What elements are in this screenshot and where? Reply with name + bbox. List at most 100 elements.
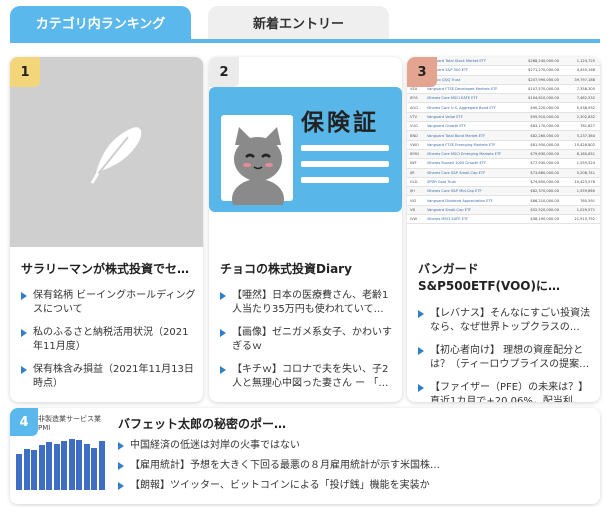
etf-table-cell: $66,210,000.00 bbox=[530, 198, 559, 203]
etf-table-cell: 21,915,792 bbox=[574, 217, 595, 222]
card-field-line bbox=[301, 161, 389, 167]
etf-table-cell: iShares Core MSCI Emerging Markets ETF bbox=[427, 152, 502, 157]
entry-link[interactable]: 【レバナス】そんなにすごい投資法なら、なぜ世界トップクラスの… bbox=[418, 307, 594, 335]
chart-bar bbox=[23, 449, 30, 490]
tab-bar: カテゴリ内ランキング 新着エントリー bbox=[10, 6, 600, 44]
etf-table-cell: 1,124,725 bbox=[576, 59, 595, 64]
etf-table-cell: 4,450,168 bbox=[576, 68, 595, 73]
ranking-card-1[interactable]: 1 サラリーマンが株式投資でセ… 保有銘柄 ビーイングホールディングスについて … bbox=[10, 57, 203, 402]
etf-table-cell: $83,170,000.00 bbox=[530, 124, 559, 129]
etf-table-cell: $52,520,000.00 bbox=[530, 207, 559, 212]
etf-table-cell: VTV bbox=[410, 114, 418, 119]
blog-title[interactable]: チョコの株式投資Diary bbox=[220, 261, 395, 278]
etf-table-cell: IWF bbox=[410, 161, 417, 166]
etf-table-cell: 760,591 bbox=[580, 198, 595, 203]
etf-table-cell: 781,827 bbox=[580, 124, 595, 129]
etf-table-cell: IVW bbox=[410, 217, 418, 222]
blog-title[interactable]: サラリーマンが株式投資でセ… bbox=[21, 261, 196, 278]
chart-bar bbox=[53, 444, 60, 490]
etf-table-cell: iShares Core MSCI EAFE ETF bbox=[427, 96, 478, 101]
rank-badge: 3 bbox=[407, 57, 437, 87]
etf-table-cell: IEMG bbox=[410, 152, 420, 157]
card-thumbnail[interactable]: 2 保険証 bbox=[209, 57, 402, 247]
etf-table-cell: VEA bbox=[410, 87, 418, 92]
chart-bar bbox=[91, 448, 97, 490]
chart-bar bbox=[61, 441, 67, 490]
etf-table-cell: Vanguard Value ETF bbox=[427, 114, 463, 119]
etf-table-cell: GLD bbox=[410, 180, 418, 184]
entry-link[interactable]: 【唖然】日本の医療費さん、老齢1人当たり35万円も使われていて… bbox=[220, 289, 396, 317]
etf-table-row: GLD SPDR Gold Trust $74,650,000.00 10,423,5… bbox=[407, 178, 600, 188]
etf-table-cell: Invesco QQQ Trust bbox=[427, 77, 461, 82]
etf-table-cell: $82,260,000.00 bbox=[530, 133, 559, 138]
etf-table-row: BND Vanguard Total Bond Market ETF $82,260… bbox=[407, 131, 600, 141]
entry-link[interactable]: 中国経済の低迷は対岸の火事ではない bbox=[118, 439, 588, 453]
etf-table-cell: Vanguard FTSE Emerging Markets ETF bbox=[427, 142, 496, 147]
etf-table-cell: 1,555,524 bbox=[576, 161, 595, 166]
entry-link[interactable]: 保有株含み損益（2021年11月13日時点） bbox=[21, 363, 197, 391]
etf-table-cell: $207,990,000.00 bbox=[528, 77, 559, 82]
etf-table-cell: $62,370,000.00 bbox=[530, 189, 559, 194]
etf-table-row: VB Vanguard Small-Cap ETF $52,520,000.00 1,… bbox=[407, 205, 600, 216]
chart-bar bbox=[98, 441, 105, 490]
etf-table-cell: Vanguard Total Stock Market ETF bbox=[427, 59, 486, 64]
chart-bar bbox=[31, 450, 37, 490]
etf-table-cell: $271,270,000.00 bbox=[528, 68, 559, 73]
entry-link[interactable]: 【朗報】ツイッター、ビットコインによる「投げ銭」機能を実装か bbox=[118, 479, 588, 493]
tab-category-ranking[interactable]: カテゴリ内ランキング bbox=[10, 6, 191, 39]
etf-table-cell: 8,180,851 bbox=[576, 152, 595, 157]
etf-table-cell: $107,570,000.00 bbox=[528, 87, 559, 92]
etf-table-row: VEA Vanguard FTSE Developed Markets ETF $1… bbox=[407, 85, 600, 95]
etf-table-row: AGG iShares Core U.S. Aggregate Bond ETF $… bbox=[407, 103, 600, 113]
etf-table-cell: $90,220,000.00 bbox=[530, 105, 559, 110]
etf-table-row: VUG Vanguard Growth ETF $83,170,000.00 781,… bbox=[407, 122, 600, 132]
etf-table-row: IVW iShares MSCI EAFE ETF $58,190,000.00 21… bbox=[407, 215, 600, 225]
etf-table-cell: IJH bbox=[410, 189, 415, 194]
etf-table-cell: 10,423,576 bbox=[574, 180, 595, 184]
entry-link[interactable]: 私のふるさと納税活用状況（2021年11月度） bbox=[21, 326, 197, 354]
etf-table-row: IJR iShares Core S&P Small-Cap ETF $73,860… bbox=[407, 168, 600, 178]
ranking-card-2[interactable]: 2 保険証 チョコの株式投資Diary 【唖然】日本の医療費さん、老齢1人当たり… bbox=[209, 57, 402, 402]
etf-table-cell: 7,358,305 bbox=[576, 87, 595, 92]
chart-bar bbox=[38, 445, 45, 490]
thumbnail-caption: 保険証 bbox=[301, 110, 379, 136]
ranking-card-3[interactable]: 3 VTIVanguard Total Stock Market ETF$268… bbox=[407, 57, 600, 402]
etf-table-cell: $58,190,000.00 bbox=[530, 217, 559, 222]
entry-link[interactable]: 【初心者向け】 理想の資産配分とは？（ティーロウプライスの提案… bbox=[418, 344, 594, 372]
entry-link[interactable]: 【雇用統計】予想を大きく下回る最悪の８月雇用統計が示す米国株… bbox=[118, 459, 588, 473]
chart-bar bbox=[68, 439, 75, 490]
tab-new-entries[interactable]: 新着エントリー bbox=[208, 6, 389, 39]
card-thumbnail[interactable]: 1 bbox=[10, 57, 203, 247]
chart-thumbnail-title: 非製造業サービス業PMI bbox=[38, 415, 101, 432]
etf-table-cell: $95,910,000.00 bbox=[530, 114, 559, 119]
entry-link[interactable]: 【キチｗ】コロナで夫を失い、子2人と無理心中図った妻さん ー 「… bbox=[220, 363, 396, 391]
card-thumbnail[interactable]: 3 VTIVanguard Total Stock Market ETF$268… bbox=[407, 57, 600, 247]
etf-table-cell: iShares Russell 1000 Growth ETF bbox=[427, 161, 487, 166]
rank-badge: 1 bbox=[10, 57, 40, 87]
feather-icon bbox=[90, 127, 142, 184]
entry-list: 【レバナス】そんなにすごい投資法なら、なぜ世界トップクラスの… 【初心者向け】 … bbox=[418, 307, 594, 402]
etf-table-row: IJH iShares Core S&P Mid-Cap ETF $62,370,0… bbox=[407, 187, 600, 197]
etf-table-cell: $77,930,000.00 bbox=[530, 161, 559, 166]
card-thumbnail[interactable]: 4 非製造業サービス業PMI bbox=[10, 408, 106, 504]
cat-icon bbox=[221, 115, 293, 205]
etf-table-cell: $268,240,000.00 bbox=[528, 59, 559, 64]
ranking-card-4[interactable]: 4 非製造業サービス業PMI バフェット太郎の秘密のポー… 中国経済の低迷は対岸… bbox=[10, 408, 600, 504]
etf-table-cell: Vanguard FTSE Developed Markets ETF bbox=[427, 87, 498, 92]
etf-table-cell: 5,208,741 bbox=[576, 170, 595, 175]
entry-link[interactable]: 【ファイザー（PFE）の未来は？】直近1カ月で+20.06%，配当利… bbox=[418, 381, 594, 402]
blog-title[interactable]: バンガードS&P500ETF(VOO)に… bbox=[418, 261, 593, 295]
etf-table-row: VIG Vanguard Dividend Appreciation ETF $66… bbox=[407, 196, 600, 206]
etf-table-cell: 1,029,571 bbox=[576, 207, 595, 212]
etf-table-cell: $74,650,000.00 bbox=[530, 180, 559, 184]
entry-link[interactable]: 保有銘柄 ビーイングホールディングスについて bbox=[21, 289, 197, 317]
etf-table-cell: iShares Core S&P Small-Cap ETF bbox=[427, 170, 486, 175]
etf-table-row: IEFA iShares Core MSCI EAFE ETF $104,610,0… bbox=[407, 94, 600, 104]
etf-table-row: IWF iShares Russell 1000 Growth ETF $77,93… bbox=[407, 159, 600, 169]
etf-table-row: IEMG iShares Core MSCI Emerging Markets E… bbox=[407, 149, 600, 160]
etf-table-cell: 5,237,364 bbox=[576, 133, 595, 138]
etf-table-cell: SPDR Gold Trust bbox=[427, 180, 456, 184]
blog-title[interactable]: バフェット太郎の秘密のポー… bbox=[118, 415, 286, 432]
entry-link[interactable]: 【画像】ゼニガメ系女子、かわいすぎるｗ bbox=[220, 326, 396, 354]
etf-table-cell: iShares MSCI EAFE ETF bbox=[427, 217, 469, 222]
